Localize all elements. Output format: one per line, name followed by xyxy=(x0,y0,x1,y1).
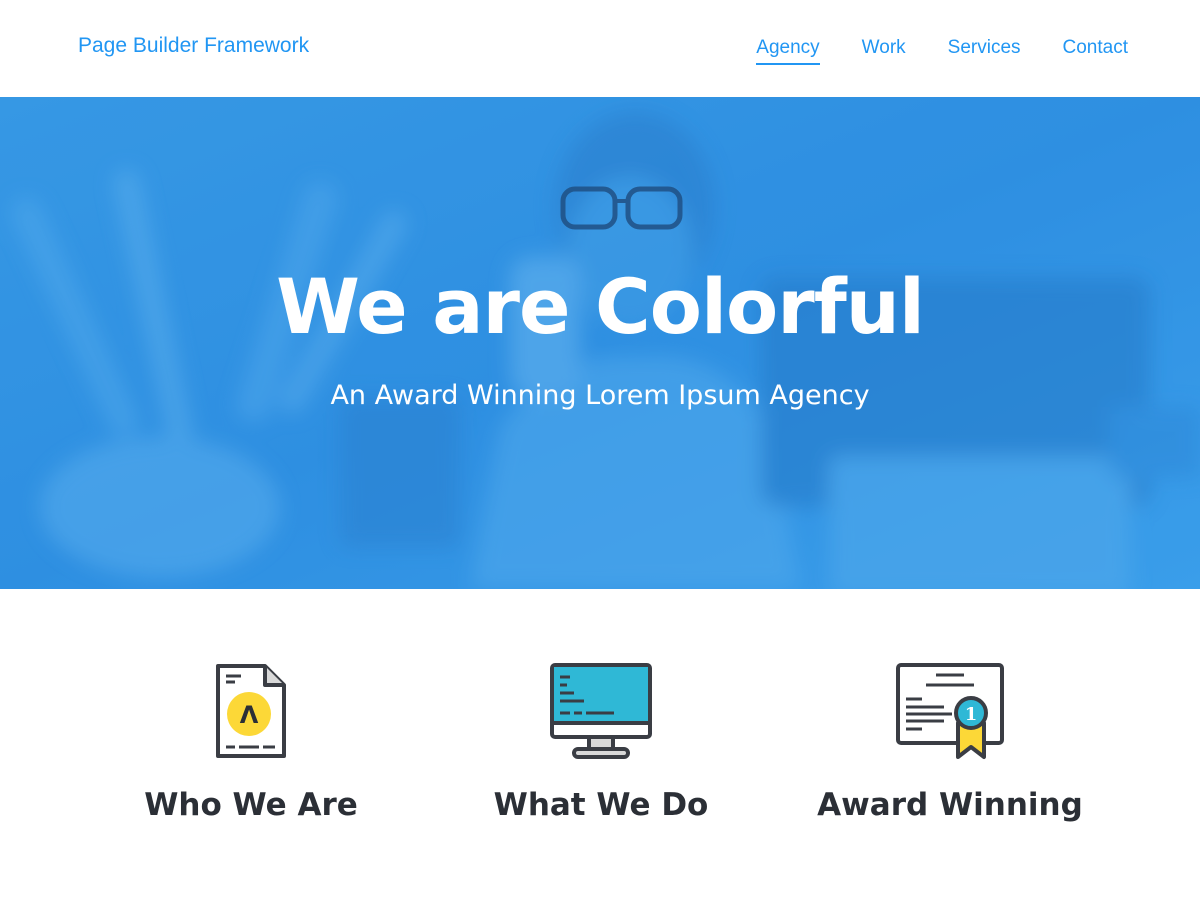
certificate-icon: 1 xyxy=(896,663,1004,759)
hero-subtitle: An Award Winning Lorem Ipsum Agency xyxy=(330,380,870,411)
hero-title: We are Colorful xyxy=(276,262,925,351)
nav-item-agency[interactable]: Agency xyxy=(756,37,821,65)
site-header: Page Builder Framework Agency Work Servi… xyxy=(0,0,1200,97)
features-section: Λ Who We Are What We Do 1 Award Winning xyxy=(0,589,1200,900)
main-nav: Agency Work Services Contact xyxy=(714,37,1128,65)
award-rank-glyph: 1 xyxy=(965,704,978,725)
monitor-icon xyxy=(550,663,652,759)
feature-title: What We Do xyxy=(493,787,709,823)
hero-section: We are Colorful An Award Winning Lorem I… xyxy=(0,97,1200,589)
document-icon: Λ xyxy=(216,664,286,758)
site-logo[interactable]: Page Builder Framework xyxy=(78,34,309,58)
feature-title: Award Winning xyxy=(817,787,1083,823)
feature-title: Who We Are xyxy=(144,787,358,823)
nav-item-services[interactable]: Services xyxy=(948,37,1021,65)
nav-item-contact[interactable]: Contact xyxy=(1063,37,1128,65)
nav-item-work[interactable]: Work xyxy=(862,37,906,65)
document-badge-glyph: Λ xyxy=(240,701,259,729)
